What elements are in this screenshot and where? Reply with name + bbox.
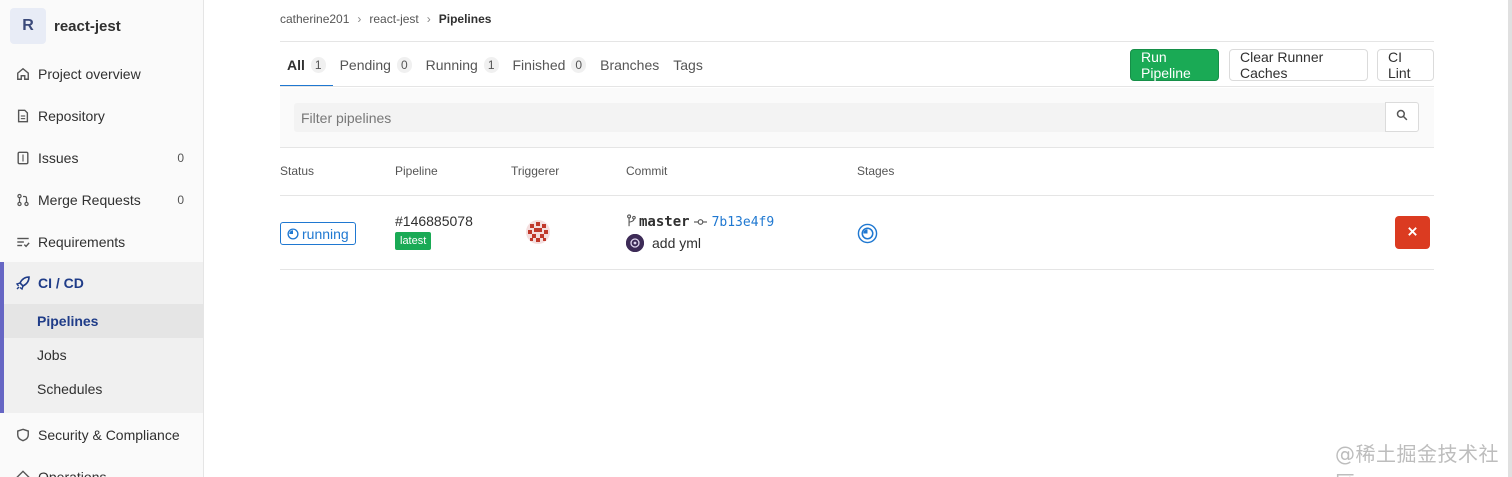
tab-label: Running (425, 56, 478, 73)
clear-runner-caches-button[interactable]: Clear Runner Caches (1229, 49, 1368, 81)
table-row: running #146885078 latest master 7b13e4f… (280, 196, 1434, 270)
sidebar-item-security-compliance[interactable]: Security & Compliance (0, 414, 203, 456)
commit-author-avatar[interactable] (626, 234, 644, 252)
merge-requests-count: 0 (177, 192, 184, 207)
sidebar-item-project-overview[interactable]: Project overview (0, 53, 203, 95)
sidebar-item-label: Repository (38, 107, 105, 124)
sidebar-item-merge-requests[interactable]: Merge Requests 0 (0, 179, 203, 221)
commit-ref: master 7b13e4f9 (626, 214, 774, 230)
tab-label: Finished (512, 56, 566, 73)
sidebar-item-label: Issues (38, 149, 79, 166)
sidebar: R react-jest Project overview Repository… (0, 0, 204, 477)
chevron-right-icon: › (357, 12, 362, 26)
home-icon (15, 66, 31, 82)
tab-label: All (287, 56, 305, 73)
project-avatar[interactable]: R (10, 8, 46, 44)
status-badge[interactable]: running (280, 222, 356, 245)
tab-finished[interactable]: Finished 0 (506, 42, 594, 87)
tab-branches[interactable]: Branches (593, 42, 666, 87)
tab-count: 1 (310, 56, 326, 73)
column-header-triggerer: Triggerer (511, 164, 560, 178)
sidebar-item-label: Merge Requests (38, 191, 141, 208)
filter-pipelines-input[interactable]: Filter pipelines (294, 103, 1386, 132)
cancel-pipeline-button[interactable] (1395, 216, 1430, 249)
sidebar-item-ci-cd[interactable]: CI / CD (0, 262, 203, 304)
run-pipeline-button[interactable]: Run Pipeline (1130, 49, 1219, 81)
sidebar-item-operations[interactable]: Operations (0, 456, 203, 477)
tab-label: Tags (673, 56, 703, 73)
sidebar-item-repository[interactable]: Repository (0, 95, 203, 137)
sidebar-item-label: Project overview (38, 65, 141, 82)
merge-request-icon (15, 192, 31, 208)
tab-tags[interactable]: Tags (666, 42, 710, 87)
project-name[interactable]: react-jest (54, 18, 121, 35)
sidebar-item-issues[interactable]: Issues 0 (0, 137, 203, 179)
tab-running[interactable]: Running 1 (419, 42, 506, 87)
sidebar-item-label: Security & Compliance (38, 426, 180, 443)
triggerer-avatar[interactable] (526, 220, 550, 244)
running-status-icon (287, 227, 299, 240)
tab-count: 0 (396, 56, 412, 73)
ci-lint-button[interactable]: CI Lint (1377, 49, 1434, 81)
column-header-status: Status (280, 164, 315, 178)
requirements-icon (15, 234, 31, 250)
commit-title-link[interactable]: add yml (652, 235, 701, 251)
sidebar-item-requirements[interactable]: Requirements (0, 221, 203, 263)
column-header-commit: Commit (626, 164, 668, 178)
branch-name-link[interactable]: master (639, 214, 690, 230)
commit-icon (693, 217, 707, 227)
sidebar-subitem-pipelines[interactable]: Pipelines (4, 304, 203, 338)
tab-label: Branches (600, 56, 660, 73)
sidebar-subitem-jobs[interactable]: Jobs (4, 338, 203, 372)
tab-all[interactable]: All 1 (280, 42, 333, 87)
breadcrumb-item-user[interactable]: catherine201 (280, 12, 349, 26)
project-header[interactable]: R react-jest (0, 0, 203, 52)
status-label: running (302, 225, 349, 242)
tab-count: 0 (571, 56, 587, 73)
sidebar-item-label: CI / CD (38, 275, 84, 291)
commit-message: add yml (626, 234, 701, 252)
watermark: @稀土掘金技术社区 (1335, 442, 1499, 477)
column-header-pipeline: Pipeline (395, 164, 438, 178)
filter-bar: Filter pipelines (280, 88, 1434, 148)
rocket-icon (15, 275, 31, 291)
divider (280, 86, 1434, 87)
stage-running-icon[interactable] (857, 223, 878, 244)
main-content: catherine201 › react-jest › Pipelines Al… (280, 0, 1434, 477)
search-icon (1396, 108, 1408, 126)
scrollbar-edge (1508, 0, 1512, 477)
sidebar-item-label: Requirements (38, 233, 126, 250)
issues-count: 0 (177, 150, 184, 165)
tab-pending[interactable]: Pending 0 (333, 42, 419, 87)
issues-icon (15, 150, 31, 166)
breadcrumb-item-project[interactable]: react-jest (369, 12, 418, 26)
pipeline-id-link[interactable]: #146885078 (395, 213, 473, 229)
table-header: Status Pipeline Triggerer Commit Stages (280, 148, 1434, 196)
branch-icon (626, 214, 637, 230)
tab-count: 1 (483, 56, 499, 73)
latest-badge: latest (395, 232, 432, 250)
sidebar-item-label: Operations (38, 468, 107, 477)
chevron-right-icon: › (426, 12, 431, 26)
shield-icon (15, 427, 31, 443)
cloud-icon (15, 469, 31, 477)
commit-sha-link[interactable]: 7b13e4f9 (712, 215, 775, 230)
column-header-stages: Stages (857, 164, 895, 178)
breadcrumb-item-current[interactable]: Pipelines (439, 12, 492, 26)
sidebar-subitem-schedules[interactable]: Schedules (4, 372, 203, 406)
search-button[interactable] (1385, 102, 1419, 132)
breadcrumb: catherine201 › react-jest › Pipelines (280, 12, 491, 26)
app-root: R react-jest Project overview Repository… (0, 0, 1512, 477)
close-icon (1407, 224, 1418, 242)
tab-label: Pending (339, 56, 391, 73)
pipeline-tabs: All 1 Pending 0 Running 1 Finished 0 Bra… (280, 42, 710, 87)
document-icon (15, 108, 31, 124)
